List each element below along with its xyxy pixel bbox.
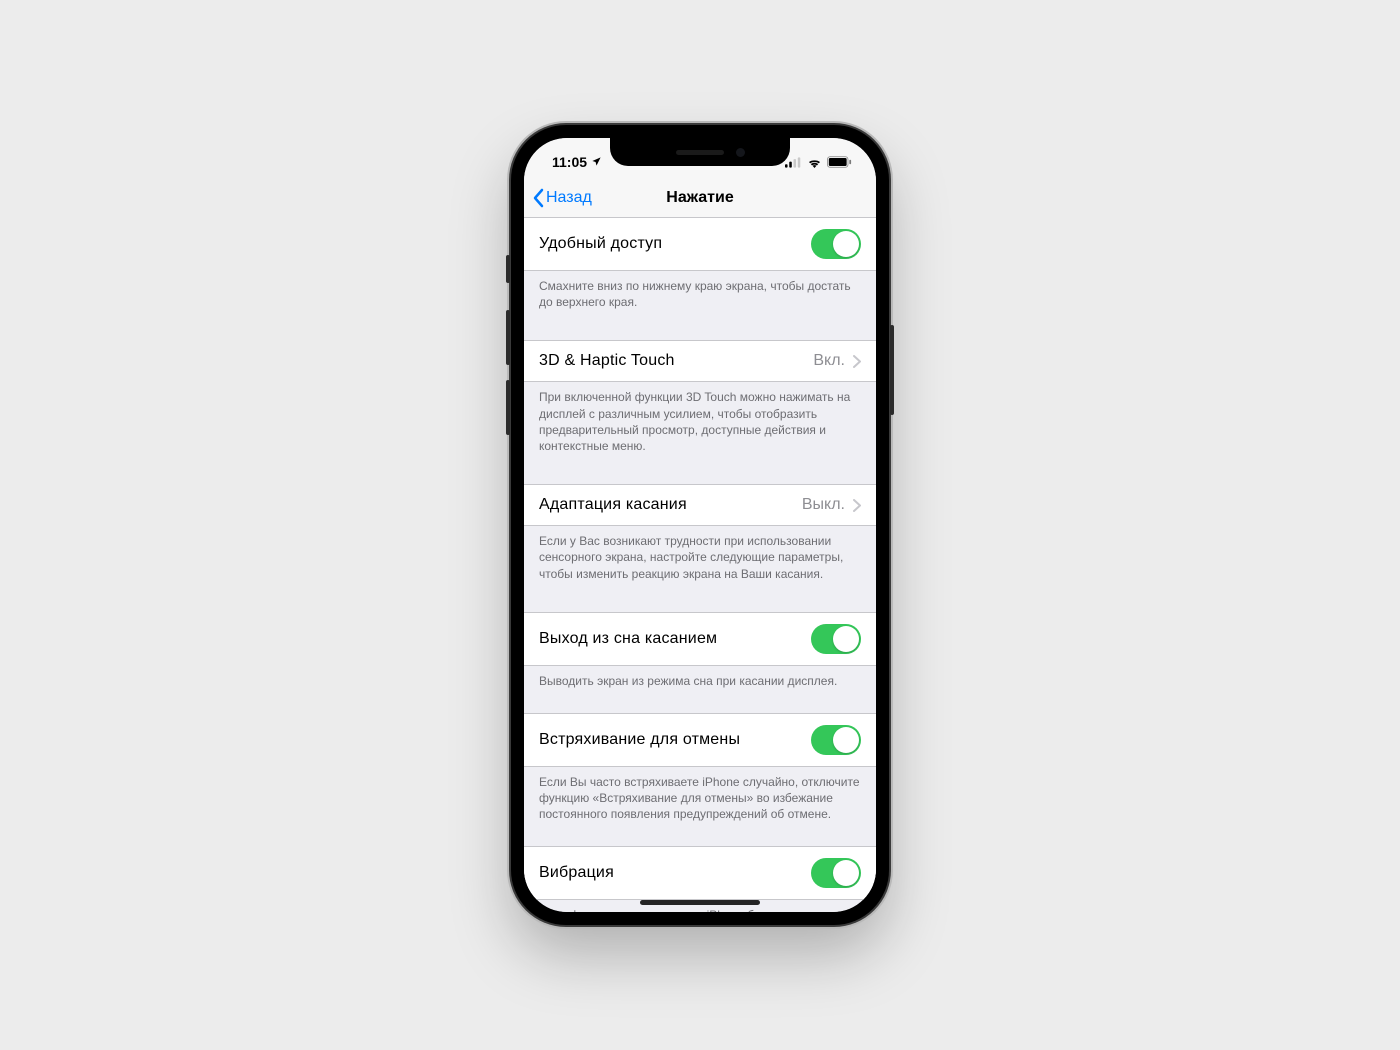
home-indicator[interactable] — [640, 900, 760, 905]
row-haptic-touch[interactable]: 3D & Haptic Touch Вкл. — [524, 340, 876, 382]
row-tap-to-wake[interactable]: Выход из сна касанием — [524, 612, 876, 666]
toggle-vibration[interactable] — [811, 858, 861, 888]
row-value: Вкл. — [813, 352, 845, 370]
back-label: Назад — [546, 189, 592, 207]
front-camera — [736, 148, 745, 157]
row-value: Выкл. — [802, 496, 845, 514]
row-label: Вибрация — [539, 864, 614, 882]
side-button — [890, 325, 894, 415]
mute-switch — [506, 255, 510, 283]
row-vibration[interactable]: Вибрация — [524, 846, 876, 900]
toggle-reachability[interactable] — [811, 229, 861, 259]
location-arrow-icon — [591, 154, 602, 170]
row-label: Удобный доступ — [539, 235, 662, 253]
status-time: 11:05 — [552, 154, 587, 170]
chevron-left-icon — [532, 188, 544, 208]
back-button[interactable]: Назад — [532, 188, 592, 208]
toggle-shake-to-undo[interactable] — [811, 725, 861, 755]
volume-down-button — [506, 380, 510, 435]
row-label: Встряхивание для отмены — [539, 731, 740, 749]
row-shake-to-undo[interactable]: Встряхивание для отмены — [524, 713, 876, 767]
row-label: Выход из сна касанием — [539, 630, 717, 648]
chevron-right-icon — [853, 355, 861, 368]
earpiece-speaker — [676, 150, 724, 155]
notch — [610, 138, 790, 166]
footer-tap-to-wake: Выводить экран из режима сна при касании… — [524, 666, 876, 697]
row-touch-accommodations[interactable]: Адаптация касания Выкл. — [524, 484, 876, 526]
footer-shake-to-undo: Если Вы часто встряхиваете iPhone случай… — [524, 767, 876, 831]
cellular-signal-icon — [785, 157, 802, 168]
settings-content[interactable]: Удобный доступ Смахните вниз по нижнему … — [524, 218, 876, 912]
nav-bar: Назад Нажатие — [524, 178, 876, 218]
phone-frame: 11:05 — [511, 125, 889, 925]
footer-reachability: Смахните вниз по нижнему краю экрана, чт… — [524, 271, 876, 318]
row-label: Адаптация касания — [539, 496, 687, 514]
row-reachability[interactable]: Удобный доступ — [524, 218, 876, 271]
row-label: 3D & Haptic Touch — [539, 352, 675, 370]
battery-icon — [827, 156, 852, 168]
volume-up-button — [506, 310, 510, 365]
toggle-tap-to-wake[interactable] — [811, 624, 861, 654]
footer-touch-accommodations: Если у Вас возникают трудности при испол… — [524, 526, 876, 590]
chevron-right-icon — [853, 499, 861, 512]
screen: 11:05 — [524, 138, 876, 912]
wifi-icon — [807, 157, 822, 168]
footer-haptic-touch: При включенной функции 3D Touch можно на… — [524, 382, 876, 462]
